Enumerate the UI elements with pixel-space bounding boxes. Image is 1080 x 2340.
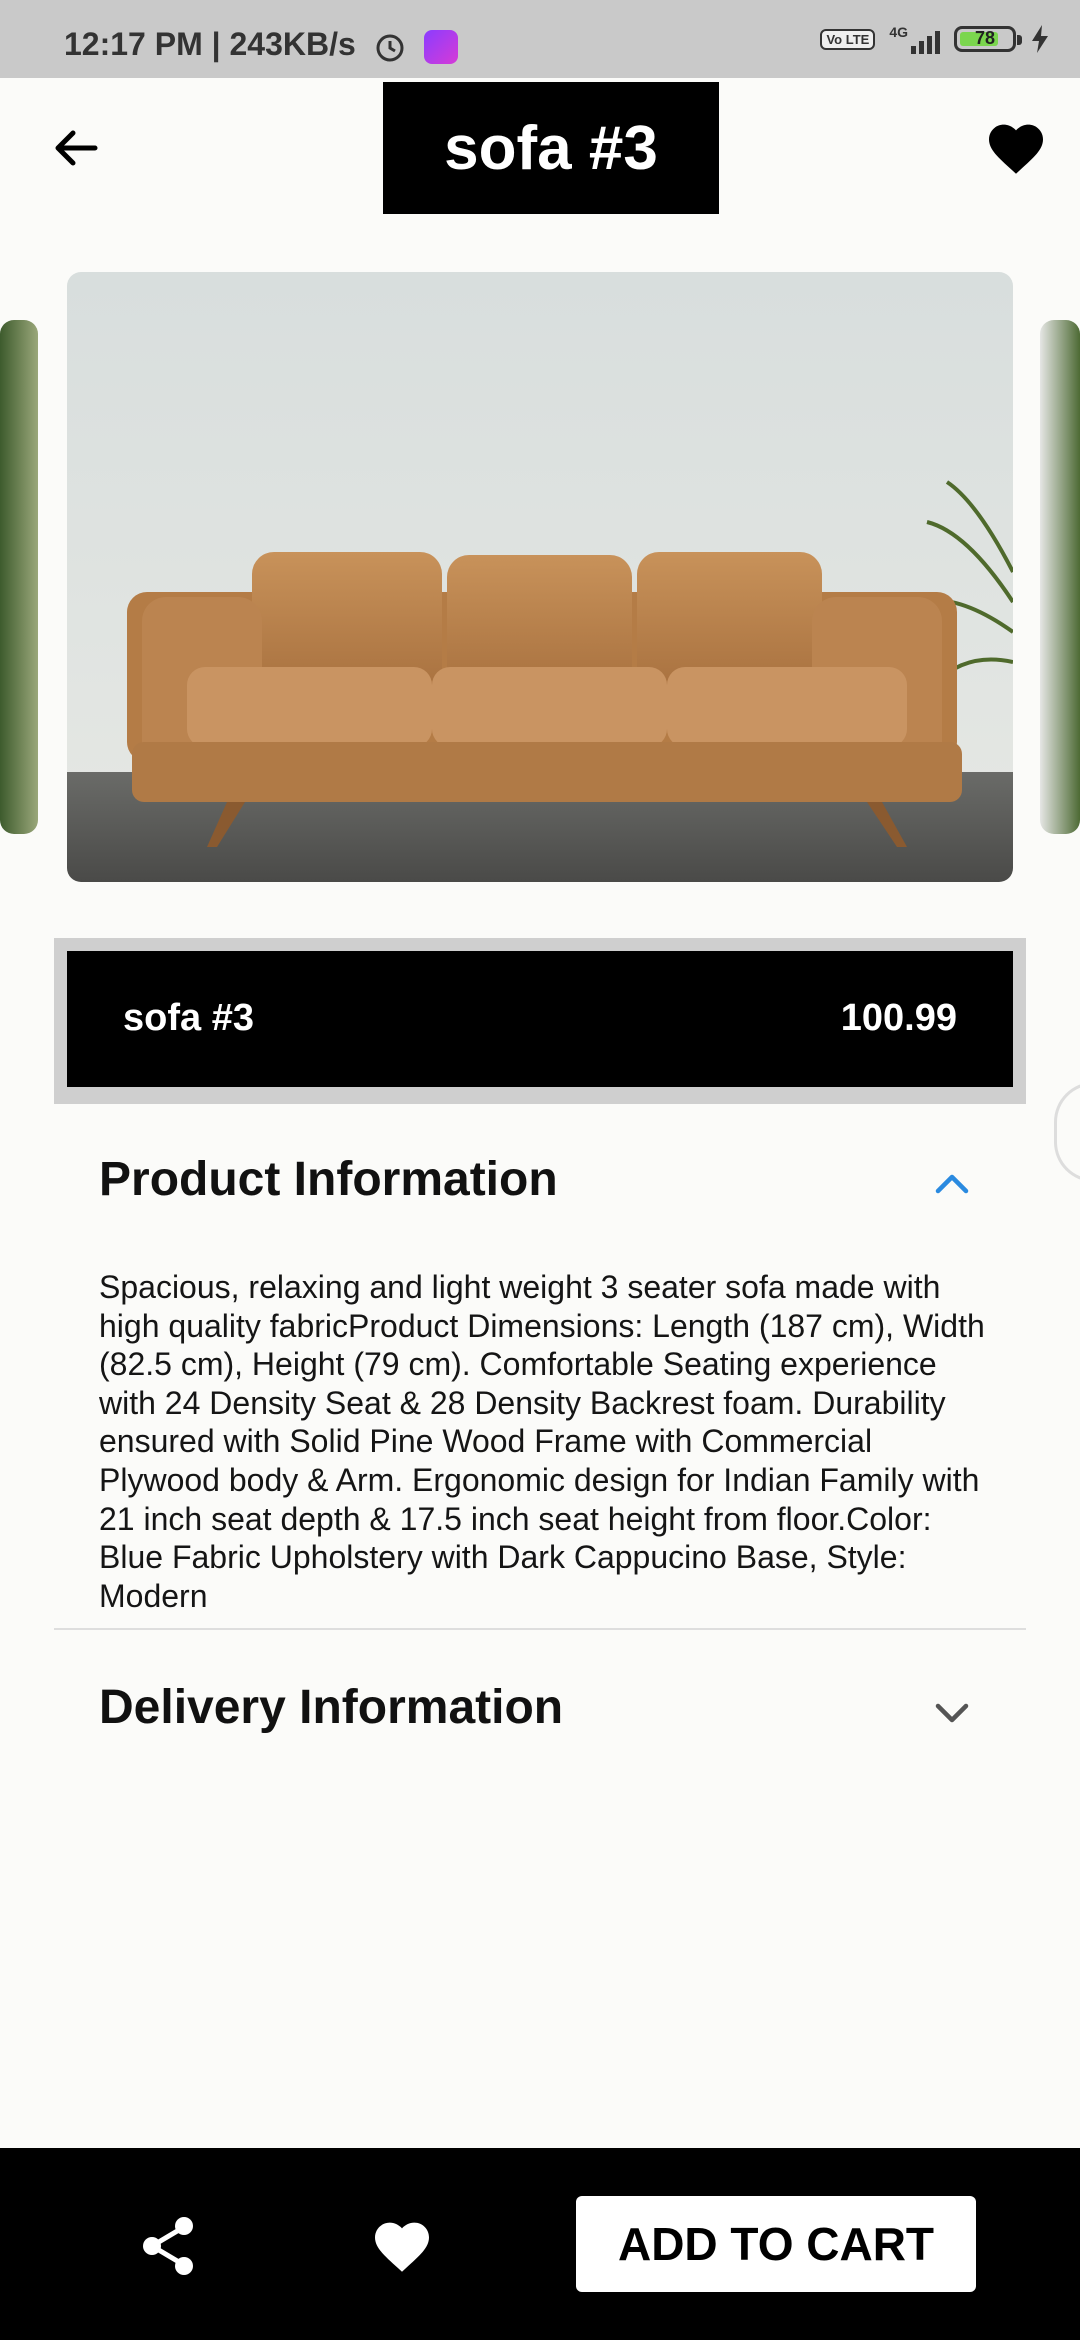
share-icon: [143, 2217, 193, 2275]
app-notification-icon: [423, 29, 458, 64]
add-to-cart-label: ADD TO CART: [617, 2218, 935, 2270]
battery-icon: 78: [954, 26, 1022, 52]
chevron-up-icon: [935, 1174, 969, 1194]
signal-icon: 4G: [889, 24, 940, 54]
carousel-next-image[interactable]: [1040, 320, 1080, 834]
product-price: 100.99: [840, 997, 957, 1039]
volte-icon: Vo LTE: [820, 28, 876, 50]
page-title: sofa #3: [444, 113, 658, 183]
status-time: 12:17 PM | 243KB/s: [64, 26, 458, 64]
delivery-info-header[interactable]: Delivery Information: [54, 1650, 1026, 1770]
product-description: Spacious, relaxing and light weight 3 se…: [99, 1269, 985, 1614]
charging-icon: [1032, 25, 1048, 53]
accordion-divider: [54, 1628, 1026, 1630]
favorite-button-bottom[interactable]: [364, 2208, 440, 2284]
heart-icon: [375, 2222, 429, 2272]
product-name: sofa #3: [123, 997, 254, 1039]
delivery-info-title: Delivery Information: [99, 1681, 564, 1734]
arrow-left-icon: [55, 130, 98, 166]
share-button[interactable]: [130, 2208, 206, 2284]
network-type: 4G: [889, 24, 908, 40]
status-time-text: 12:17 PM | 243KB/s: [64, 26, 356, 62]
heart-icon: [989, 124, 1043, 174]
price-bar: sofa #3 100.99: [67, 951, 1013, 1087]
product-info-title: Product Information: [99, 1153, 558, 1206]
page-title-box: sofa #3: [383, 82, 719, 214]
sofa-photo: [67, 272, 1013, 882]
carousel-prev-image[interactable]: [0, 320, 38, 834]
chevron-down-icon: [935, 1703, 969, 1723]
product-info-header[interactable]: Product Information: [54, 1122, 1026, 1242]
favorite-button-top[interactable]: [980, 112, 1052, 184]
side-panel-handle[interactable]: [1054, 1082, 1080, 1182]
status-bar: 12:17 PM | 243KB/s Vo LTE 4G 78: [0, 0, 1080, 78]
add-to-cart-button[interactable]: ADD TO CART: [576, 2196, 976, 2292]
alarm-icon: [376, 34, 404, 62]
battery-percent: 78: [974, 28, 996, 48]
product-image[interactable]: [67, 272, 1013, 882]
back-button[interactable]: [40, 112, 112, 184]
